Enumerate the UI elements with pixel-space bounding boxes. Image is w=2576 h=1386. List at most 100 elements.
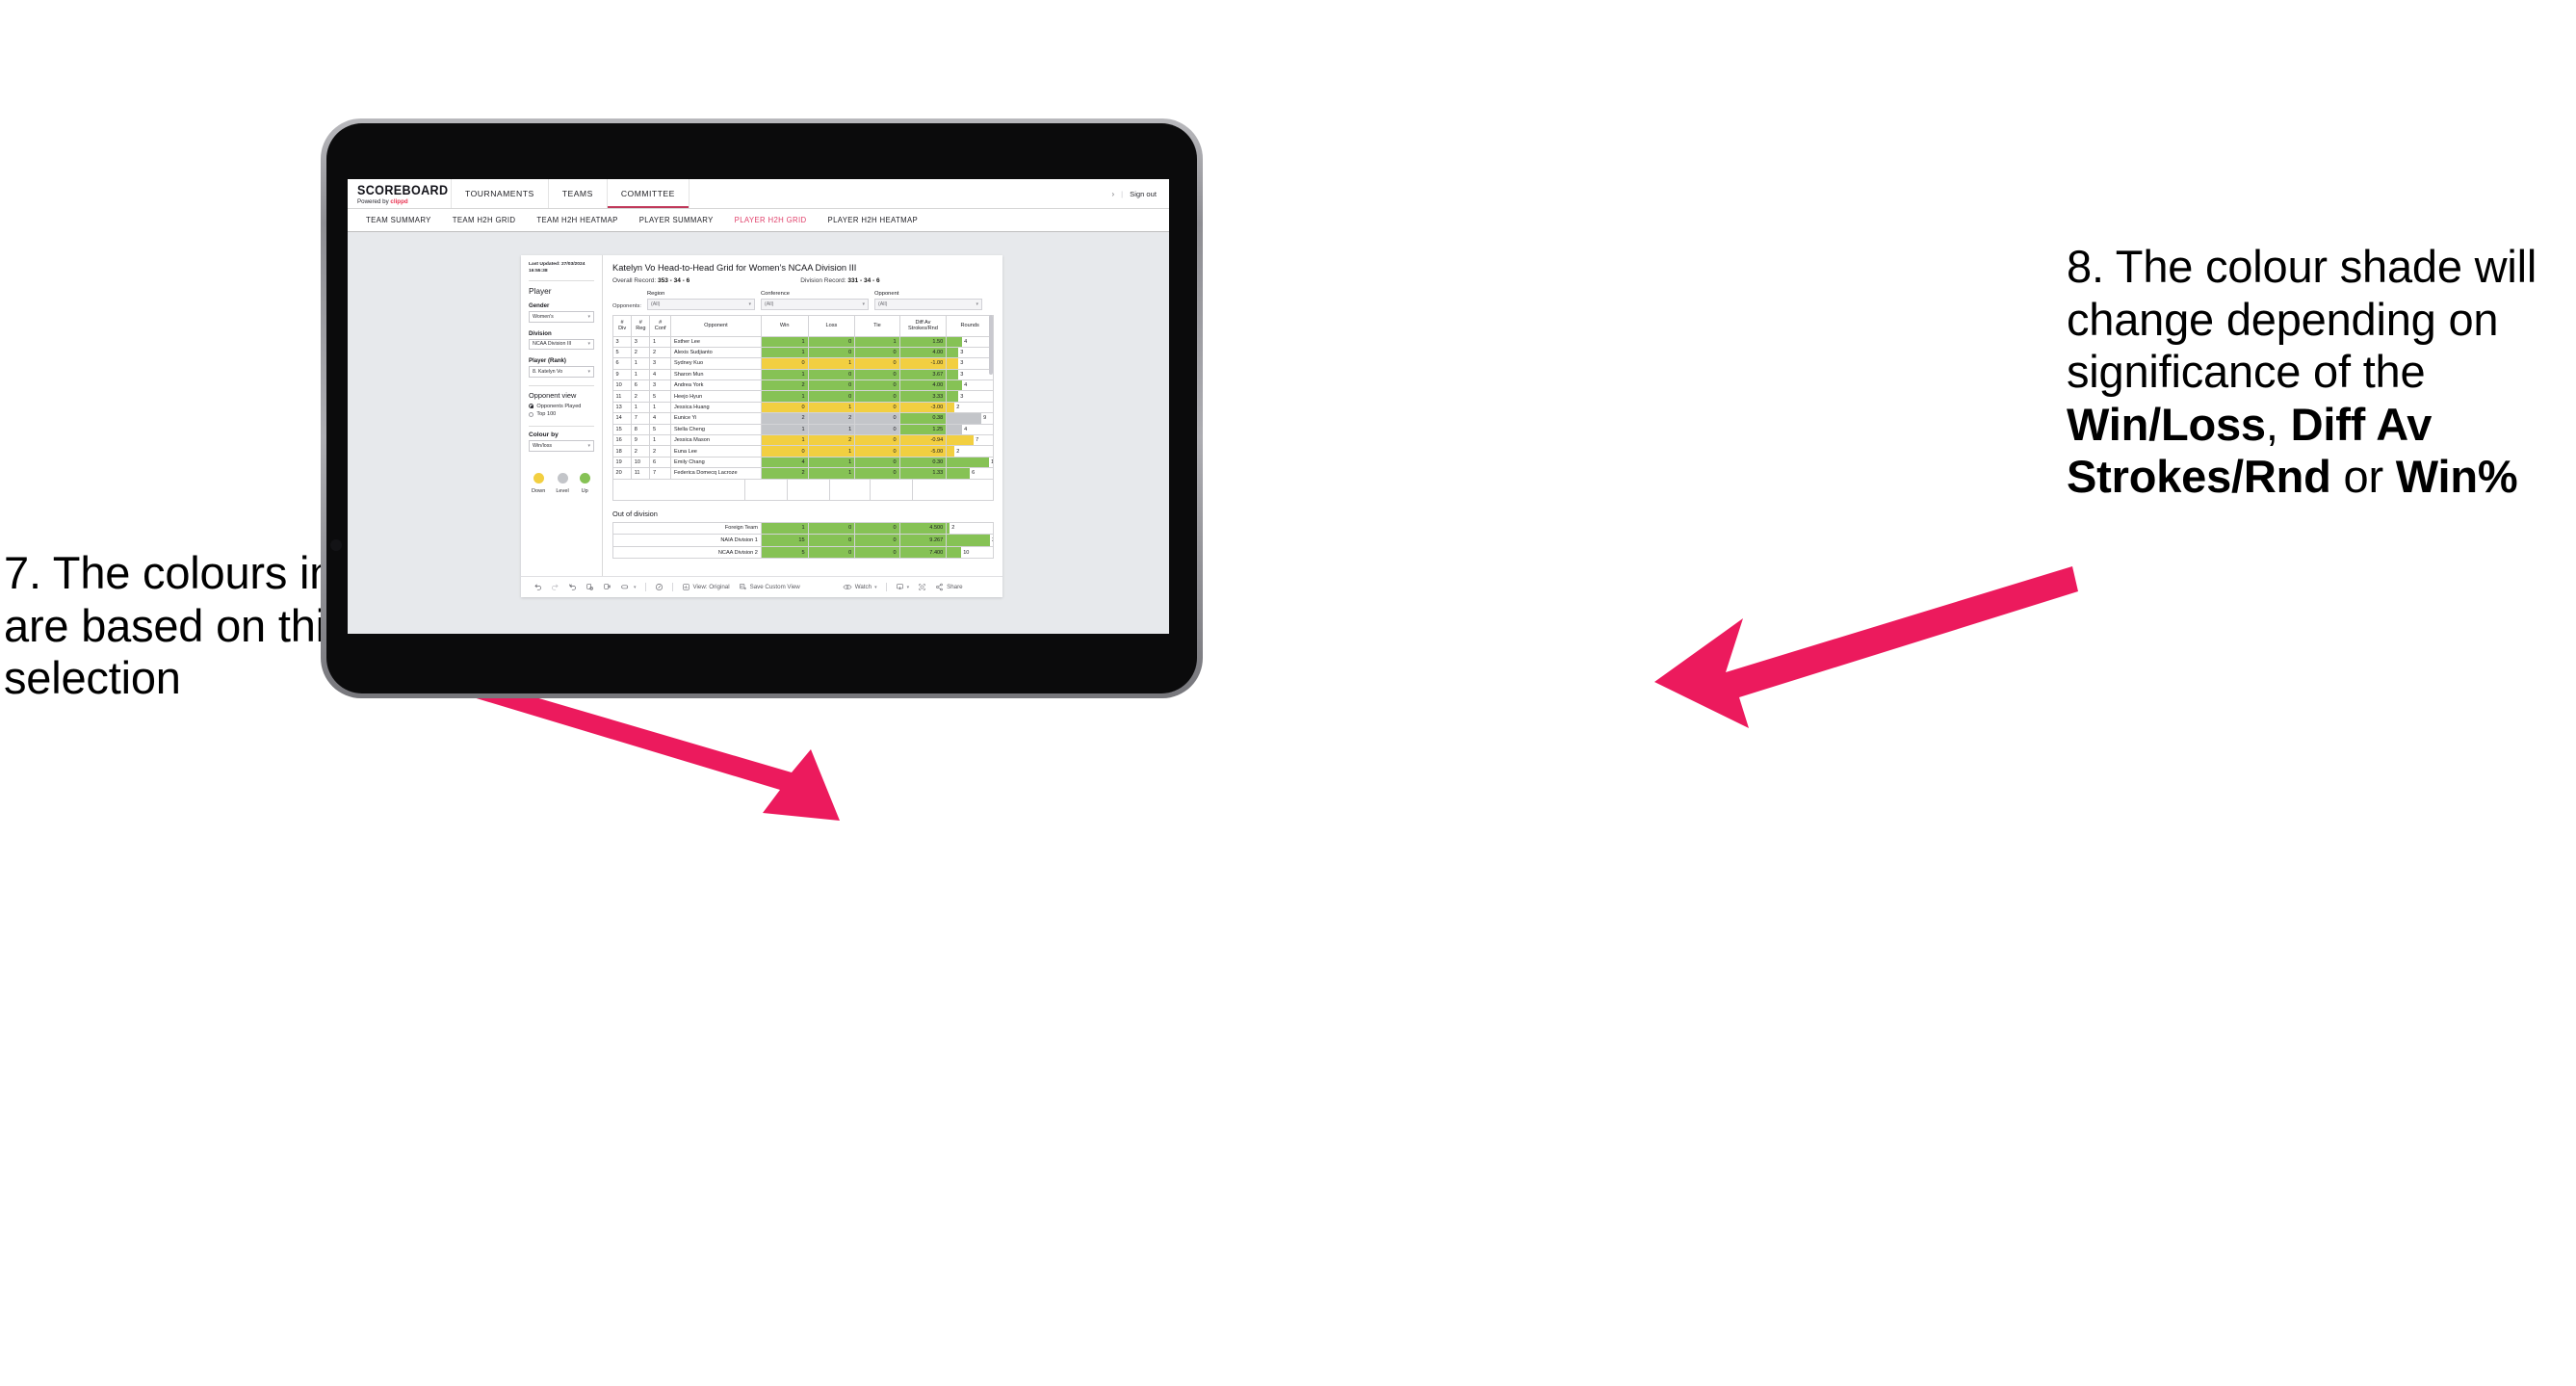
vertical-scrollbar[interactable]: [989, 314, 993, 375]
cell-reg: 9: [631, 433, 651, 447]
cell-conf: 3: [649, 357, 671, 370]
cell-rounds: 3: [946, 390, 994, 403]
revert-icon[interactable]: [568, 583, 577, 591]
cell-tie: 0: [854, 357, 900, 370]
refresh-data-icon[interactable]: [585, 583, 594, 591]
chevron-down-icon: ▾: [587, 341, 590, 348]
subnav-item-player-h2h-grid[interactable]: PLAYER H2H GRID: [724, 216, 818, 224]
chevron-right-icon[interactable]: ›: [1111, 190, 1114, 198]
colour-by-select[interactable]: Win/loss ▾: [529, 440, 594, 452]
table-row[interactable]: Foreign Team 1 0 0 4.500 2: [612, 521, 994, 536]
pause-updates-icon[interactable]: [603, 583, 611, 591]
help-icon[interactable]: [655, 583, 664, 591]
cell-div: 18: [611, 445, 633, 458]
share-button[interactable]: Share: [935, 583, 963, 591]
opponent-select[interactable]: (All) ▾: [873, 299, 982, 310]
cell-diff: 0.30: [898, 456, 948, 469]
annotation-right-bold-winpct: Win%: [2395, 451, 2518, 503]
player-rank-value: 8. Katelyn Vo: [533, 368, 563, 375]
table-row[interactable]: 13 1 1 Jessica Huang 0 1 0 -3.00 2: [611, 401, 994, 414]
undo-icon[interactable]: [533, 583, 542, 591]
player-rank-select[interactable]: 8. Katelyn Vo ▾: [529, 366, 594, 378]
gender-select[interactable]: Women's ▾: [529, 311, 594, 323]
table-row[interactable]: 5 2 2 Alexis Sudjianto 1 0 0 4.00 3: [611, 346, 994, 359]
region-label: Region: [646, 291, 665, 297]
cell-tie: 0: [854, 445, 900, 458]
cell-diff: -0.94: [898, 433, 948, 447]
division-label: Division: [529, 329, 552, 337]
redo-icon[interactable]: [551, 583, 559, 591]
cell-win: 1: [760, 335, 809, 348]
annotation-right-sep1: ,: [2265, 398, 2291, 450]
colour-by-value: Win/loss: [533, 442, 553, 449]
save-custom-view-button[interactable]: Save Custom View: [739, 583, 800, 591]
radio-top-100[interactable]: Top 100: [529, 411, 594, 417]
cell-opponent: Foreign Team: [612, 521, 762, 536]
cell-loss: 0: [807, 534, 856, 547]
col-opponent: Opponent: [669, 314, 762, 337]
legend-item-up: Up: [579, 472, 590, 494]
radio-opponents-played-label: Opponents Played: [536, 403, 582, 409]
nav-tab-teams[interactable]: TEAMS: [549, 179, 608, 208]
cell-conf: 4: [649, 412, 671, 425]
fullscreen-icon[interactable]: [918, 583, 926, 591]
division-select[interactable]: NCAA Division III ▾: [529, 338, 594, 351]
table-row[interactable]: 19106Emily Chang4100.3011: [611, 456, 994, 469]
cell-loss: 0: [807, 346, 856, 359]
table-row[interactable]: 3 3 1 Esther Lee 1 0 1 1.50 4: [611, 335, 994, 348]
cell-win: 1: [760, 521, 809, 536]
cell-opponent: Eunice Yi: [669, 412, 762, 425]
table-row[interactable]: 10 6 3 Andrea York 2 0 0 4.00 4: [611, 379, 994, 392]
table-row[interactable]: 9 1 4 Sharon Mun 1 0 0 3.67 3: [611, 368, 994, 381]
subnav-item-player-h2h-heatmap[interactable]: PLAYER H2H HEATMAP: [818, 216, 929, 224]
sign-out-link[interactable]: Sign out: [1130, 190, 1157, 198]
table-row[interactable]: NAIA Division 115009.26730: [612, 534, 994, 547]
subnav-item-team-h2h-heatmap[interactable]: TEAM H2H HEATMAP: [526, 216, 628, 224]
brand-logo[interactable]: SCOREBOARD Powered by clippd: [348, 179, 452, 208]
nav-tab-tournaments[interactable]: TOURNAMENTS: [452, 179, 549, 208]
subnav-item-team-h2h-grid[interactable]: TEAM H2H GRID: [442, 216, 527, 224]
download-icon[interactable]: ▾: [896, 583, 909, 591]
cell-diff: 3.67: [898, 368, 948, 381]
table-row[interactable]: 18 2 2 Euna Lee 0 1 0 -5.00 2: [611, 445, 994, 458]
division-filter: Division NCAA Division III ▾: [529, 330, 594, 351]
legend-dot-up: [579, 472, 590, 484]
region-filter: Region (All) ▾: [646, 291, 755, 310]
subnav-item-player-summary[interactable]: PLAYER SUMMARY: [629, 216, 724, 224]
cell-loss: 0: [807, 379, 856, 392]
cell-div: 6: [611, 357, 633, 370]
cell-reg: 11: [631, 467, 651, 480]
highlight-icon[interactable]: ▾: [620, 583, 637, 591]
conference-select[interactable]: (All) ▾: [760, 299, 869, 310]
cell-div: 10: [611, 379, 633, 392]
radio-opponents-played[interactable]: Opponents Played: [529, 404, 594, 409]
table-row[interactable]: 6 1 3 Sydney Kuo 0 1 0 -1.00 3: [611, 357, 994, 370]
table-row[interactable]: 15 8 5 Stella Cheng 1 1 0 1.25 4: [611, 423, 994, 436]
cell-win: 15: [760, 534, 809, 547]
cell-conf: 1: [649, 401, 671, 414]
cell-conf: 1: [649, 433, 671, 447]
watch-button[interactable]: Watch ▾: [843, 583, 877, 591]
region-select[interactable]: (All) ▾: [646, 299, 755, 310]
cell-opponent: Andrea York: [669, 379, 762, 392]
table-row[interactable]: 20 11 7 Federica Domecq Lacroze 2 1 0 1.33 6: [611, 467, 994, 480]
cell-rounds: 9: [946, 412, 994, 425]
watch-label: Watch: [854, 584, 872, 590]
visualization-body: Last Updated: 27/03/2024 16:55:38 Player…: [521, 255, 1002, 576]
view-original-button[interactable]: View: Original: [682, 583, 730, 591]
table-row[interactable]: 14 7 4 Eunice Yi 2 2 0 0.38 9: [611, 412, 994, 425]
cell-opponent: Stella Cheng: [669, 423, 762, 436]
cell-win: 5: [760, 545, 809, 560]
cell-tie: 0: [854, 423, 900, 436]
page-title: Katelyn Vo Head-to-Head Grid for Women’s…: [612, 263, 857, 273]
region-value: (All): [650, 301, 661, 307]
opponent-view-heading: Opponent view: [529, 390, 577, 400]
nav-tab-committee[interactable]: COMMITTEE: [607, 179, 690, 208]
overall-record: Overall Record: 353 - 34 - 6: [612, 277, 690, 284]
subnav-item-team-summary[interactable]: TEAM SUMMARY: [355, 216, 442, 224]
table-row[interactable]: 16 9 1 Jessica Mason 1 2 0 -0.94 7: [611, 433, 994, 447]
cell-rounds: 30: [946, 534, 994, 547]
col-win: Win: [760, 314, 809, 337]
table-row[interactable]: NCAA Division 2 5 0 0 7.400 10: [612, 545, 994, 560]
table-row[interactable]: 11 2 5 Heejo Hyun 1 0 0 3.33 3: [611, 390, 994, 403]
